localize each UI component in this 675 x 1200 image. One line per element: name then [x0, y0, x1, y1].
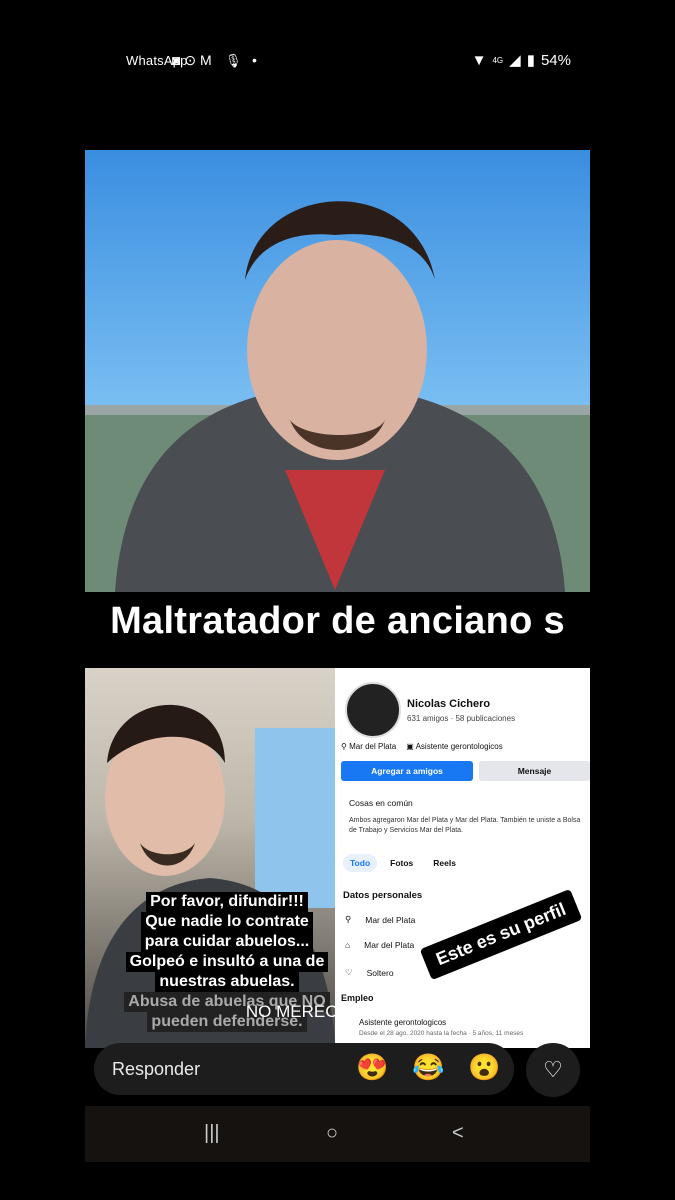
story-caption: NO MERECES LA VIDA: [245, 1002, 430, 1021]
plea-line: Golpeó e insultó a una de: [125, 952, 329, 972]
profile-avatar: [345, 682, 401, 738]
battery-percent: 54%: [540, 51, 571, 69]
dot-icon: •: [252, 52, 257, 68]
battery-icon: ▮: [526, 52, 535, 69]
detail-row: ⌂ Mar del Plata: [345, 940, 415, 950]
briefcase-icon: ▣: [406, 742, 414, 751]
heart-icon: ♡: [543, 1057, 563, 1082]
profile-info: ⚲ Mar del Plata ▣ Asistente gerontologic…: [341, 742, 503, 751]
heart-icon: ♡: [345, 967, 353, 977]
profile-name: Nicolas Cichero: [407, 698, 491, 710]
facebook-profile-screenshot: Nicolas Cichero 631 amigos · 58 publicac…: [335, 668, 590, 1048]
profile-counts: 631 amigos · 58 publicaciones: [407, 714, 516, 723]
profile-location: Mar del Plata: [349, 742, 397, 751]
notification-icons: ◙ ⊙ M: [172, 52, 212, 68]
signal-icon: ◢: [509, 52, 521, 69]
common-body: Ambos agregaron Mar del Plata y Mar del …: [349, 817, 581, 834]
location-pin-icon: ⚲: [345, 914, 352, 924]
add-friend-button: Agregar a amigos: [341, 761, 473, 781]
home-button[interactable]: ○: [326, 1122, 338, 1145]
plea-line: Que nadie lo contrate: [141, 912, 313, 932]
story-photo-top: [85, 150, 590, 592]
section-title: Datos personales: [343, 890, 423, 901]
network-label: 4G: [492, 55, 504, 65]
reaction-laughing[interactable]: 😂: [412, 1052, 444, 1083]
home-icon: ⌂: [345, 940, 351, 950]
detail-row: ♡ Soltero: [345, 967, 394, 978]
recents-button[interactable]: |||: [204, 1122, 220, 1145]
status-right: ▼ 4G ◢ ▮ 54%: [471, 51, 571, 70]
profile-job: Asistente gerontologicos: [415, 742, 503, 751]
back-button[interactable]: <: [452, 1122, 464, 1145]
reaction-surprised[interactable]: 😮: [468, 1052, 500, 1083]
common-title: Cosas en común: [349, 798, 413, 808]
tab-reels: Reels: [433, 858, 456, 868]
wifi-icon: ▼: [471, 51, 487, 69]
reaction-heart-eyes[interactable]: 😍: [356, 1052, 388, 1083]
plea-line: para cuidar abuelos...: [140, 932, 314, 952]
like-heart-button[interactable]: ♡: [526, 1043, 580, 1097]
message-button: Mensaje: [479, 761, 590, 781]
plea-line: Por favor, difundir!!!: [146, 892, 308, 912]
detail-row: ⚲ Mar del Plata: [345, 914, 416, 925]
mic-icon: 🎙: [225, 53, 242, 68]
tab-fotos: Fotos: [390, 858, 414, 868]
tab-todo: Todo: [343, 854, 378, 872]
profile-tabs: Todo Fotos Reels: [343, 854, 463, 872]
headline: Maltratador de anciano s: [110, 600, 565, 642]
location-pin-icon: ⚲: [341, 742, 347, 751]
reply-placeholder: Responder: [112, 1059, 201, 1079]
employment-since: Desde el 28 ago. 2020 hasta la fecha · 5…: [359, 1030, 524, 1037]
plea-line: nuestras abuelas.: [155, 972, 299, 992]
